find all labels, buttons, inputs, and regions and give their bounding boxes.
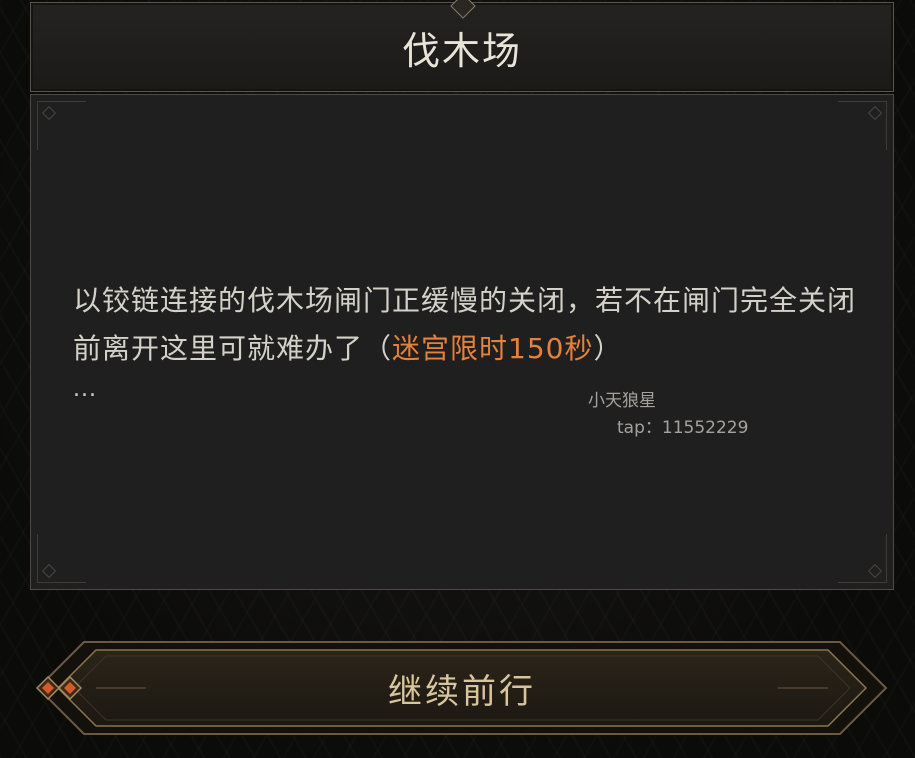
corner-ornament <box>37 101 86 150</box>
corner-ornament <box>838 101 887 150</box>
continue-button[interactable]: 继续前行 <box>36 640 888 736</box>
corner-ornament <box>838 534 887 583</box>
maze-time-limit: 迷宫限时150秒 <box>392 332 594 365</box>
corner-ornament <box>37 534 86 583</box>
paren-close: ） <box>593 332 623 365</box>
title-bar: 伐木场 <box>30 0 894 92</box>
location-title: 伐木场 <box>401 28 522 73</box>
continue-button-label: 继续前行 <box>388 671 536 712</box>
watermark-tap-id: tap：11552229 <box>617 418 749 438</box>
event-description: 以铰链连接的伐木场闸门正缓慢的关闭，若不在闸门完全关闭前离开这里可就难办了（迷宫… <box>73 277 863 373</box>
event-dialog-panel: 以铰链连接的伐木场闸门正缓慢的关闭，若不在闸门完全关闭前离开这里可就难办了（迷宫… <box>30 94 894 590</box>
continuation-ellipsis: ... <box>73 377 97 402</box>
title-ornament <box>450 0 476 19</box>
watermark-name: 小天狼星 <box>588 391 656 411</box>
paren-open: （ <box>363 332 393 365</box>
